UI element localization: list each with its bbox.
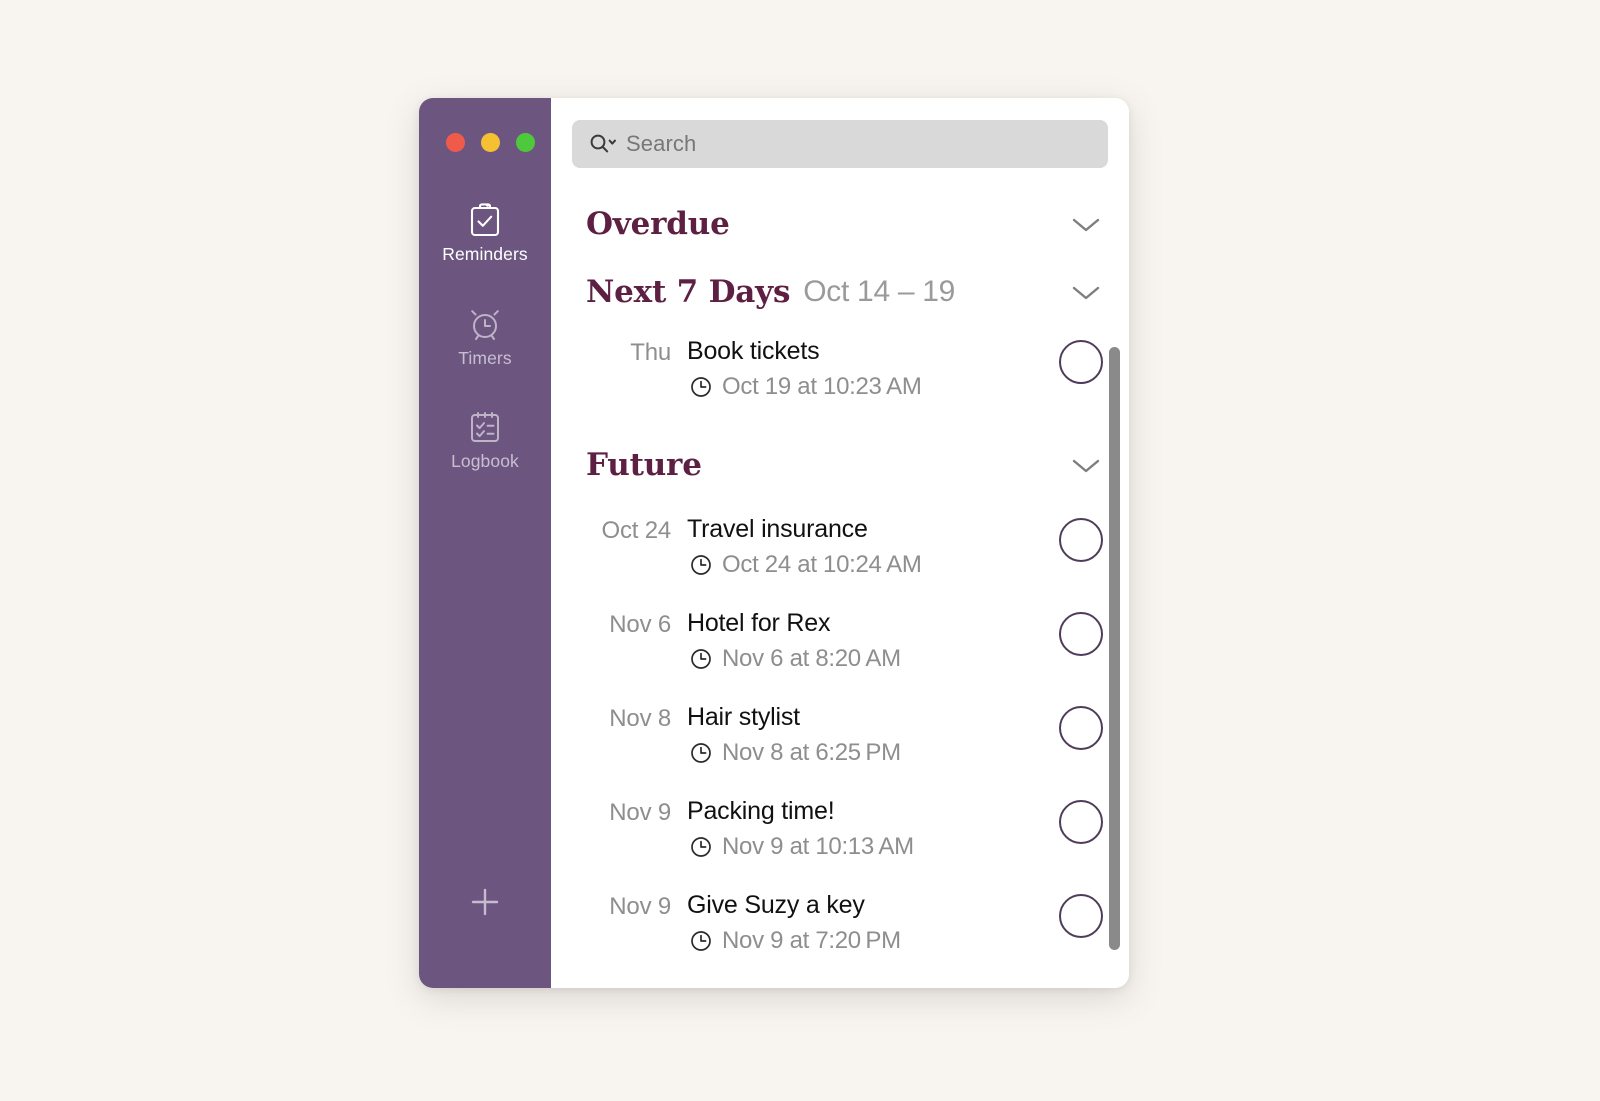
main-panel: Search Overdue Next 7 Days Oct 14 – 19 T…: [551, 98, 1129, 988]
table-row[interactable]: Nov 9 Packing time! Nov 9 at 10:13 AM: [551, 786, 1129, 880]
task-title: Travel insurance: [687, 515, 868, 543]
task-body: Hair stylist Nov 8 at 6:25 PM: [687, 692, 1049, 767]
search-bar-container: Search: [551, 98, 1129, 168]
sidebar-item-reminders[interactable]: Reminders: [419, 200, 551, 264]
task-meta: Oct 19 at 10:23 AM: [689, 373, 1049, 401]
task-body: Give Suzy a key Nov 9 at 7:20 PM: [687, 880, 1049, 955]
task-date: Nov 6: [609, 611, 671, 638]
clock-icon: [689, 929, 713, 953]
task-meta: Oct 24 at 10:24 AM: [689, 551, 1049, 579]
sidebar-item-label: Reminders: [442, 244, 528, 264]
task-time: Nov 9 at 7:20 PM: [722, 927, 901, 955]
task-complete-checkbox[interactable]: [1059, 894, 1103, 938]
task-complete-checkbox[interactable]: [1059, 340, 1103, 384]
task-date: Nov 8: [609, 705, 671, 732]
sidebar-item-logbook[interactable]: Logbook: [419, 407, 551, 471]
section-header-next-7-days[interactable]: Next 7 Days Oct 14 – 19: [551, 258, 1129, 326]
section-title: Future: [586, 447, 702, 483]
table-row[interactable]: Nov 6 Hotel for Rex Nov 6 at 8:20 AM: [551, 598, 1129, 692]
section-header-future[interactable]: Future: [551, 420, 1129, 504]
chevron-down-icon[interactable]: [1069, 281, 1103, 303]
task-time: Oct 24 at 10:24 AM: [722, 551, 922, 579]
task-complete-checkbox[interactable]: [1059, 706, 1103, 750]
add-reminder-button[interactable]: [463, 882, 507, 926]
sidebar-item-label: Logbook: [451, 451, 519, 471]
task-meta: Nov 9 at 7:20 PM: [689, 927, 1049, 955]
sidebar-nav: Reminders Timers Logbook: [419, 200, 551, 511]
minimize-window-button[interactable]: [481, 133, 500, 152]
task-complete-checkbox[interactable]: [1059, 612, 1103, 656]
task-title: Packing time!: [687, 797, 835, 825]
task-body: Book tickets Oct 19 at 10:23 AM: [687, 326, 1049, 401]
task-title: Hotel for Rex: [687, 609, 831, 637]
sidebar-item-timers[interactable]: Timers: [419, 304, 551, 368]
task-time: Nov 9 at 10:13 AM: [722, 833, 914, 861]
task-body: Packing time! Nov 9 at 10:13 AM: [687, 786, 1049, 861]
task-body: Hotel for Rex Nov 6 at 8:20 AM: [687, 598, 1049, 673]
task-time: Oct 19 at 10:23 AM: [722, 373, 922, 401]
alarm-clock-icon: [465, 304, 505, 344]
task-title: Book tickets: [687, 337, 820, 365]
task-meta: Nov 6 at 8:20 AM: [689, 645, 1049, 673]
table-row[interactable]: Thu Book tickets Oct 19 at 10:23 AM: [551, 326, 1129, 420]
chevron-down-icon[interactable]: [1069, 454, 1103, 476]
clock-icon: [689, 553, 713, 577]
table-row[interactable]: Nov 9 Give Suzy a key Nov 9 at 7:20 PM: [551, 880, 1129, 974]
task-time: Nov 6 at 8:20 AM: [722, 645, 901, 673]
task-meta: Nov 9 at 10:13 AM: [689, 833, 1049, 861]
close-window-button[interactable]: [446, 133, 465, 152]
sidebar: Reminders Timers Logbook: [419, 98, 551, 988]
clipboard-check-icon: [465, 200, 505, 240]
task-time: Nov 8 at 6:25 PM: [722, 739, 901, 767]
sidebar-item-label: Timers: [458, 347, 512, 368]
window-controls: [421, 133, 535, 152]
task-meta: Nov 8 at 6:25 PM: [689, 739, 1049, 767]
maximize-window-button[interactable]: [516, 133, 535, 152]
task-date: Nov 9: [609, 799, 671, 826]
search-placeholder-text: Search: [626, 131, 697, 156]
task-date: Thu: [630, 339, 671, 366]
task-title: Give Suzy a key: [687, 891, 865, 919]
clock-icon: [689, 835, 713, 859]
section-title: Next 7 Days: [586, 274, 791, 310]
scrollbar-thumb[interactable]: [1109, 347, 1120, 950]
scrollbar[interactable]: [1109, 347, 1120, 988]
task-title: Hair stylist: [687, 703, 800, 731]
clock-icon: [689, 741, 713, 765]
task-complete-checkbox[interactable]: [1059, 518, 1103, 562]
task-complete-checkbox[interactable]: [1059, 800, 1103, 844]
table-row[interactable]: Oct 24 Travel insurance Oct 24 at 10:24 …: [551, 504, 1129, 598]
table-row[interactable]: Nov 8 Hair stylist Nov 8 at 6:25 PM: [551, 692, 1129, 786]
task-body: Travel insurance Oct 24 at 10:24 AM: [687, 504, 1049, 579]
app-window: Reminders Timers Logbook Search Overdue …: [419, 98, 1129, 988]
checklist-icon: [465, 407, 505, 447]
section-date-range: Oct 14 – 19: [803, 275, 956, 308]
search-input[interactable]: Search: [572, 120, 1108, 168]
section-header-overdue[interactable]: Overdue: [551, 190, 1129, 258]
clock-icon: [689, 375, 713, 399]
section-title: Overdue: [586, 206, 730, 242]
chevron-down-icon[interactable]: [1069, 213, 1103, 235]
task-date: Nov 9: [609, 893, 671, 920]
plus-icon: [465, 882, 505, 927]
task-date: Oct 24: [601, 517, 672, 544]
search-icon[interactable]: [588, 132, 618, 156]
reminders-list: Overdue Next 7 Days Oct 14 – 19 Thu Book…: [551, 190, 1129, 988]
clock-icon: [689, 647, 713, 671]
